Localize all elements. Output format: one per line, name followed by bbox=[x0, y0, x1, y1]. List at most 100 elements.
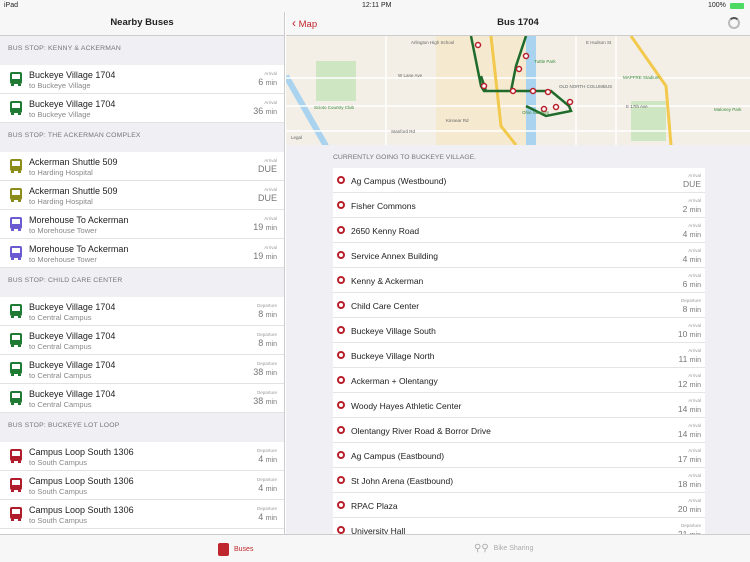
destination: to Central Campus bbox=[29, 342, 92, 351]
time-value: 4 min bbox=[258, 512, 277, 522]
time-kind: Departure bbox=[256, 506, 277, 511]
bus-icon bbox=[10, 507, 22, 521]
stop-row[interactable]: Ag Campus (Westbound) Arrival DUE bbox=[333, 168, 705, 193]
map-label: Tuttle Park bbox=[534, 59, 556, 64]
bus-row[interactable]: Ackerman Shuttle 509 to Harding Hospital… bbox=[0, 181, 284, 210]
bus-icon bbox=[10, 101, 22, 115]
stop-row[interactable]: Buckeye Village North Arrival 11 min bbox=[333, 343, 705, 368]
time-kind: Arrival bbox=[264, 158, 277, 163]
time-value: 8 min bbox=[258, 309, 277, 319]
map-label: Maloney Park bbox=[714, 107, 742, 112]
bicycle-icon: ⚲⚲ bbox=[474, 543, 489, 554]
map-label: Ohio Stadium bbox=[522, 110, 550, 115]
bus-row[interactable]: Buckeye Village 1704 to Central Campus D… bbox=[0, 355, 284, 384]
status-bar: iPad 12:11 PM 100% bbox=[0, 0, 750, 12]
stop-marker-icon bbox=[337, 201, 345, 209]
route-name: Ackerman Shuttle 509 bbox=[29, 157, 118, 167]
route-name: Buckeye Village 1704 bbox=[29, 302, 116, 312]
bus-list[interactable]: BUS STOP: KENNY & ACKERMAN Buckeye Villa… bbox=[0, 36, 284, 534]
bus-row[interactable]: Morehouse To Ackerman to Morehouse Tower… bbox=[0, 239, 284, 268]
time-value: 10 min bbox=[677, 329, 701, 339]
time-kind: Departure bbox=[680, 298, 701, 303]
time-kind: Departure bbox=[256, 332, 277, 337]
time-value: 4 min bbox=[682, 254, 701, 264]
tab-bike-sharing[interactable]: ⚲⚲ Bike Sharing bbox=[474, 543, 533, 554]
stop-row[interactable]: Buckeye Village South Arrival 10 min bbox=[333, 318, 705, 343]
stop-row[interactable]: University HallDeparture21 min bbox=[333, 518, 705, 534]
bus-icon bbox=[10, 304, 22, 318]
map-label: W Lane Ave bbox=[398, 73, 423, 78]
battery-icon bbox=[730, 3, 744, 9]
bus-row[interactable]: Campus Loop South 1306 to South Campus D… bbox=[0, 442, 284, 471]
bus-row[interactable]: Ackerman Shuttle 509 to Harding Hospital… bbox=[0, 152, 284, 181]
map-label: MAPFRE Stadium bbox=[623, 75, 660, 80]
time-value: DUE bbox=[257, 193, 277, 203]
time-kind: Arrival bbox=[688, 273, 701, 278]
stop-row[interactable]: Ag Campus (Eastbound) Arrival 17 min bbox=[333, 443, 705, 468]
time-value: DUE bbox=[683, 179, 701, 189]
bus-row[interactable]: Campus Loop South 1306 to South Campus D… bbox=[0, 500, 284, 529]
stop-row[interactable]: St John Arena (Eastbound) Arrival 18 min bbox=[333, 468, 705, 493]
time-kind: Arrival bbox=[264, 245, 277, 250]
time-kind: Arrival bbox=[688, 348, 701, 353]
time-value: 18 min bbox=[677, 479, 701, 489]
section-header: BUS STOP: THE ACKERMAN COMPLEX bbox=[8, 132, 141, 139]
device-label: iPad bbox=[4, 2, 19, 9]
stop-marker-icon bbox=[337, 376, 345, 384]
stop-name: Woody Hayes Athletic Center bbox=[351, 401, 462, 411]
time-value: 12 min bbox=[677, 379, 701, 389]
stop-marker-icon bbox=[337, 176, 345, 184]
time-kind: Arrival bbox=[264, 187, 277, 192]
bus-row[interactable]: Morehouse To Ackerman to Morehouse Tower… bbox=[0, 210, 284, 239]
section-header: BUS STOP: KENNY & ACKERMAN bbox=[8, 45, 121, 52]
loading-spinner-icon bbox=[728, 17, 740, 29]
bus-row[interactable]: Buckeye Village 1704 to Buckeye Village … bbox=[0, 94, 284, 123]
stop-name: Ackerman + Olentangy bbox=[351, 376, 438, 386]
time-value: 14 min bbox=[677, 404, 701, 414]
time-kind: Arrival bbox=[264, 100, 277, 105]
route-name: Buckeye Village 1704 bbox=[29, 389, 116, 399]
map-label: OLD NORTH COLUMBUS bbox=[559, 84, 612, 89]
stop-name: St John Arena (Eastbound) bbox=[351, 476, 454, 486]
bus-row[interactable]: Buckeye Village 1704 to Central Campus D… bbox=[0, 384, 284, 413]
stop-list[interactable]: Ag Campus (Westbound) Arrival DUE Fisher C… bbox=[333, 168, 705, 534]
time-kind: Arrival bbox=[688, 398, 701, 403]
time-value: 4 min bbox=[682, 229, 701, 239]
battery-percent: 100% bbox=[708, 2, 726, 9]
destination: to South Campus bbox=[29, 516, 87, 525]
stop-marker-icon bbox=[337, 351, 345, 359]
bus-row[interactable]: Buckeye Village 1704 to Central Campus D… bbox=[0, 326, 284, 355]
stop-row[interactable]: RPAC Plaza Arrival 20 min bbox=[333, 493, 705, 518]
stop-name: Ag Campus (Westbound) bbox=[351, 176, 447, 186]
map-legal-link[interactable]: Legal bbox=[291, 135, 302, 140]
stop-row[interactable]: Fisher Commons Arrival 2 min bbox=[333, 193, 705, 218]
clock: 12:11 PM bbox=[362, 2, 392, 9]
stop-marker-icon bbox=[337, 401, 345, 409]
time-value: 8 min bbox=[682, 304, 701, 314]
stop-name: Buckeye Village North bbox=[351, 351, 435, 361]
stop-row[interactable]: Child Care Center Departure 8 min bbox=[333, 293, 705, 318]
stop-row[interactable]: Service Annex Building Arrival 4 min bbox=[333, 243, 705, 268]
stop-row[interactable]: Olentangy River Road & Borror Drive Arriv… bbox=[333, 418, 705, 443]
time-value: 14 min bbox=[677, 429, 701, 439]
route-name: Ackerman Shuttle 509 bbox=[29, 186, 118, 196]
time-kind: Arrival bbox=[264, 71, 277, 76]
time-kind: Arrival bbox=[688, 498, 701, 503]
bus-row[interactable]: Buckeye Village 1704 to Buckeye Village … bbox=[0, 65, 284, 94]
bus-row[interactable]: Buckeye Village 1704 to Central Campus D… bbox=[0, 297, 284, 326]
destination: to Morehouse Tower bbox=[29, 226, 97, 235]
stop-row[interactable]: Woody Hayes Athletic Center Arrival 14 min bbox=[333, 393, 705, 418]
route-map[interactable]: Arlington High School Tuttle Park MAPFRE… bbox=[286, 36, 750, 145]
bus-row[interactable]: Campus Loop South 1306 to South Campus D… bbox=[0, 471, 284, 500]
time-value: 11 min bbox=[678, 354, 701, 364]
tab-buses[interactable]: Buses bbox=[218, 543, 253, 556]
destination: to Buckeye Village bbox=[29, 110, 91, 119]
stop-marker-icon bbox=[337, 301, 345, 309]
route-name: Buckeye Village 1704 bbox=[29, 99, 116, 109]
stop-row[interactable]: 2650 Kenny Road Arrival 4 min bbox=[333, 218, 705, 243]
stop-row[interactable]: Ackerman + Olentangy Arrival 12 min bbox=[333, 368, 705, 393]
bus-icon bbox=[10, 72, 22, 86]
stop-row[interactable]: Kenny & Ackerman Arrival 6 min bbox=[333, 268, 705, 293]
stop-marker-icon bbox=[337, 526, 345, 534]
stop-name: RPAC Plaza bbox=[351, 501, 398, 511]
